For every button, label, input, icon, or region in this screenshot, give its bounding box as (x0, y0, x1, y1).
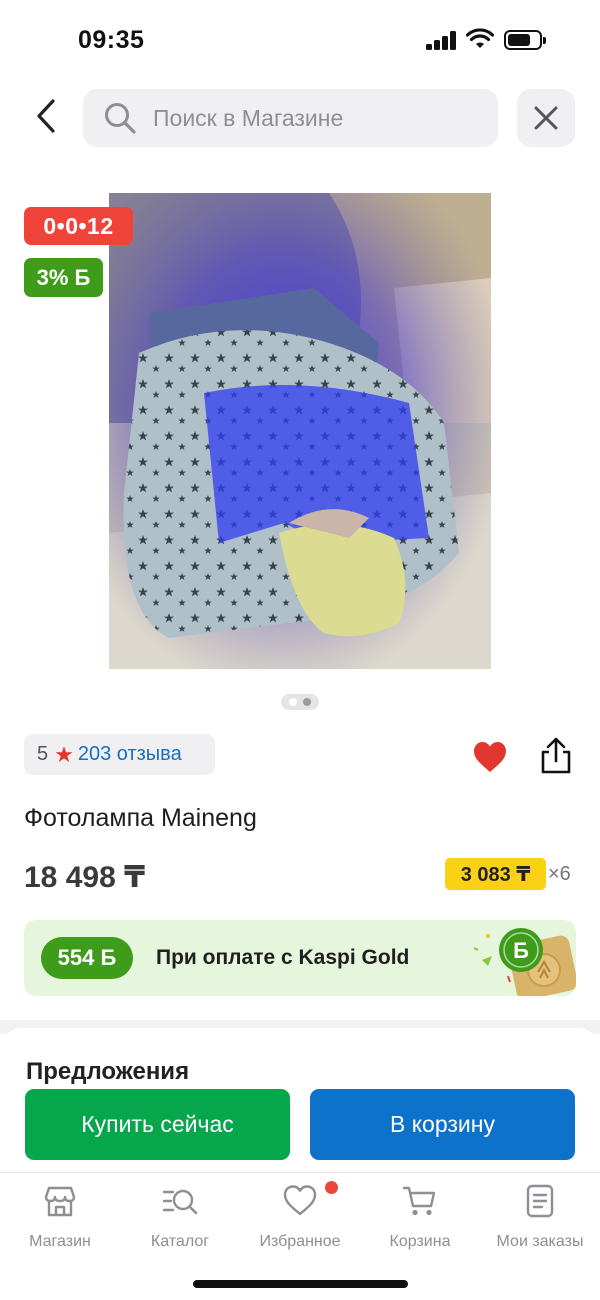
close-button[interactable] (517, 89, 575, 147)
installment-price[interactable]: 3 083 ₸ (445, 858, 546, 890)
kaspi-gold-card-icon: Б (473, 928, 576, 996)
tab-catalog[interactable]: Каталог (120, 1183, 240, 1263)
add-to-cart-button[interactable]: В корзину (310, 1089, 575, 1160)
tab-label: Избранное (259, 1233, 341, 1250)
wifi-icon (466, 28, 494, 48)
product-price: 18 498 ₸ (24, 861, 145, 894)
installment-multiplier: ×6 (548, 863, 571, 885)
timer-badge: 0•0•12 (24, 207, 133, 245)
product-image[interactable] (109, 193, 491, 669)
offers-title: Предложения (26, 1058, 190, 1085)
cart-icon (402, 1186, 436, 1216)
tab-store[interactable]: Магазин (0, 1183, 120, 1263)
share-button[interactable] (538, 737, 574, 775)
cellular-signal-icon (426, 31, 458, 50)
status-bar: 09:35 (0, 0, 600, 80)
close-icon (534, 106, 558, 130)
reviews-count: 203 отзыва (77, 743, 182, 765)
tab-favorites[interactable]: Избранное (240, 1183, 360, 1263)
image-pager (281, 694, 319, 710)
buy-now-button[interactable]: Купить сейчас (25, 1089, 290, 1160)
product-photo (109, 193, 491, 669)
svg-text:Б: Б (513, 938, 529, 963)
search-input[interactable]: Поиск в Магазине (83, 89, 498, 147)
rating-value: 5 (37, 743, 49, 765)
search-placeholder: Поиск в Магазине (153, 104, 344, 131)
orders-list-icon (526, 1184, 554, 1218)
home-indicator (193, 1280, 408, 1288)
tab-label: Магазин (29, 1233, 91, 1250)
favorites-notification-dot (325, 1181, 338, 1194)
star-icon: ★ (54, 741, 74, 767)
search-icon (103, 101, 137, 135)
rating-reviews-link[interactable]: 5 ★ 203 отзыва (24, 734, 215, 775)
catalog-search-icon (162, 1189, 198, 1215)
pager-dot (303, 698, 311, 706)
bonus-badge: 3% Б (24, 258, 103, 297)
offers-section: Предложения (0, 1028, 600, 1088)
chevron-left-icon (37, 99, 55, 133)
status-time: 09:35 (78, 26, 145, 54)
tab-orders[interactable]: Мои заказы (480, 1183, 600, 1263)
tab-cart[interactable]: Корзина (360, 1183, 480, 1263)
gold-promo-text: При оплате с Kaspi Gold (156, 946, 410, 969)
tab-label: Мои заказы (496, 1233, 584, 1250)
share-icon (541, 737, 571, 774)
kaspi-gold-banner[interactable]: 554 Б При оплате с Kaspi Gold Б (24, 920, 576, 996)
product-title: Фотолампа Maineng (24, 804, 257, 832)
favorite-button[interactable] (472, 740, 508, 774)
tab-label: Корзина (389, 1233, 451, 1250)
tab-label: Каталог (150, 1233, 210, 1250)
gold-bonus-badge: 554 Б (41, 937, 133, 979)
pager-dot-active (289, 698, 297, 706)
store-icon (44, 1186, 76, 1217)
back-button[interactable] (24, 92, 68, 140)
heart-outline-icon (283, 1185, 317, 1216)
battery-icon (504, 30, 546, 50)
heart-icon (474, 742, 506, 772)
